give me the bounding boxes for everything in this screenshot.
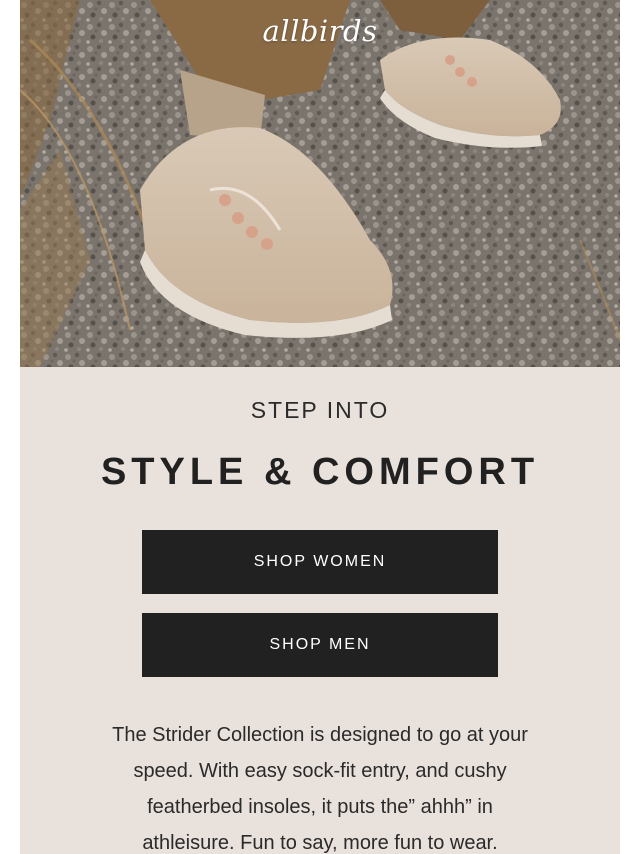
body-copy: The Strider Collection is designed to go…	[112, 724, 528, 854]
promo-panel: STEP INTO STYLE & COMFORT SHOP WOMEN SHO…	[20, 367, 620, 854]
headline: STYLE & COMFORT	[100, 451, 540, 493]
hero-photo	[20, 0, 620, 367]
email-container: allbirds STEP INTO STYLE & COMFORT SHOP …	[20, 0, 620, 854]
brand-logo[interactable]: allbirds	[20, 14, 620, 48]
hero-image[interactable]: allbirds	[20, 0, 620, 367]
eyebrow-heading: STEP INTO	[250, 397, 390, 423]
shop-women-button[interactable]: SHOP WOMEN	[142, 530, 498, 594]
shop-men-button[interactable]: SHOP MEN	[142, 613, 498, 677]
